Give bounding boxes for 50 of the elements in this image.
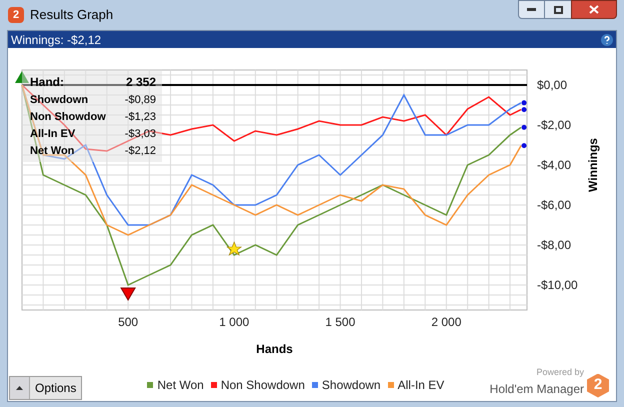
legend-label: Net Won (157, 376, 204, 394)
close-button[interactable] (571, 0, 617, 19)
y-axis-title: Winnings (586, 138, 600, 192)
x-tick-label: 1 500 (325, 315, 356, 329)
winnings-label: Winnings: -$2,12 (11, 32, 102, 48)
powered-by-text: Powered by (536, 366, 584, 379)
tooltip-value: -$2,12 (124, 144, 156, 160)
end-dot (522, 107, 527, 112)
minimize-button[interactable] (518, 0, 545, 19)
y-tick-label: -$6,00 (537, 198, 572, 212)
low-marker-icon (120, 288, 136, 301)
options-button[interactable]: Options (9, 376, 82, 400)
tooltip-value: 2 352 (126, 74, 156, 91)
x-tick-label: 1 000 (219, 315, 250, 329)
end-dot (522, 100, 527, 106)
legend-swatch (388, 382, 394, 388)
app-logo-icon: 2 (8, 7, 24, 23)
caret-up-icon (16, 386, 23, 390)
legend-swatch (312, 382, 318, 388)
y-tick-label: -$10,00 (537, 278, 578, 292)
y-tick-label: -$4,00 (537, 158, 572, 172)
brand-logo-icon: 2 (587, 374, 609, 398)
tooltip-value: -$1,23 (124, 110, 156, 126)
x-axis-title: Hands (256, 342, 293, 356)
tooltip-label: All-In EV (30, 127, 76, 142)
y-tick-label: -$8,00 (537, 238, 572, 252)
y-tick-label: -$2,00 (537, 118, 572, 132)
end-dot (522, 124, 527, 130)
maximize-button[interactable] (545, 0, 571, 19)
close-icon (589, 5, 599, 14)
legend-label: Non Showdown (220, 376, 305, 394)
legend-swatch (210, 382, 217, 388)
tooltip-label: Net Won (30, 144, 74, 160)
start-marker-icon (15, 71, 29, 83)
brand-name: Hold'em Manager (490, 380, 584, 398)
star-icon (226, 241, 242, 256)
x-tick-label: 2 000 (431, 315, 462, 329)
legend-swatch (147, 382, 154, 388)
window-title: Results Graph (30, 6, 114, 24)
legend-label: All-In EV (398, 376, 444, 394)
y-tick-label: $0,00 (537, 78, 568, 92)
x-tick-label: 500 (118, 315, 138, 329)
tooltip-label: Showdown (30, 93, 88, 108)
tooltip-value: -$0,89 (124, 93, 156, 108)
legend-label: Showdown (322, 376, 381, 394)
tooltip-label: Non Showdow (30, 110, 106, 126)
tooltip-value: -$3,03 (124, 127, 156, 142)
tooltip-label: Hand: (30, 74, 64, 91)
help-icon[interactable] (601, 34, 613, 46)
end-dot (522, 143, 527, 148)
